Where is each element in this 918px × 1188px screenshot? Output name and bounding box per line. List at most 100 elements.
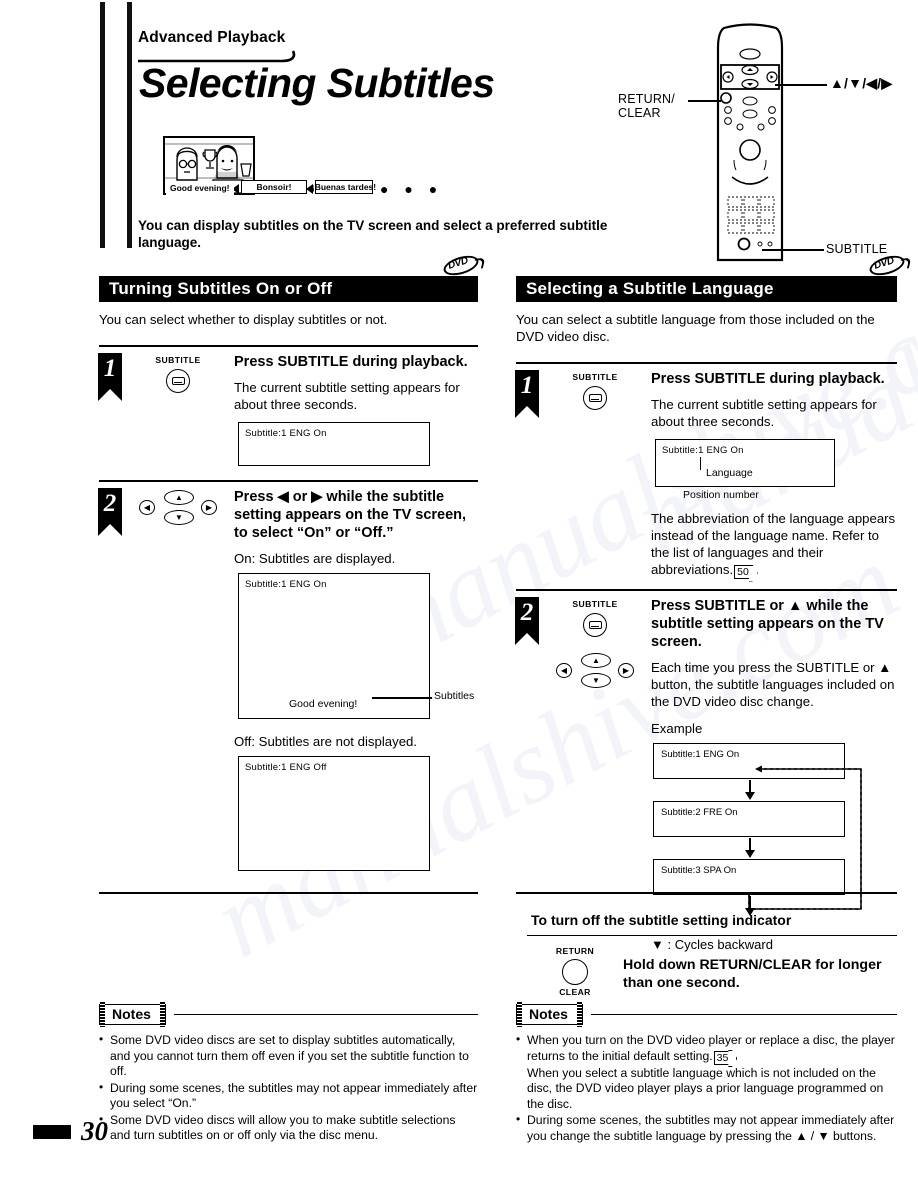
step-1-title: Press SUBTITLE during playback.	[234, 354, 468, 370]
dpad-icon[interactable]: ▲ ▼ ◀ ▶	[139, 490, 217, 528]
dpad-up-icon[interactable]: ▲	[581, 653, 611, 668]
note-text-after: When you select a subtitle language whic…	[527, 1065, 884, 1111]
callout-label-return-clear: RETURN/ CLEAR	[618, 92, 675, 120]
section-heading-selecting-language: Selecting a Subtitle Language	[516, 276, 897, 302]
notes-rule	[590, 1014, 897, 1015]
dpad-down-icon[interactable]: ▼	[164, 510, 194, 525]
osd-text: Subtitle:1 ENG Off	[245, 762, 327, 773]
callout-label-arrow-keys: ▲/▼/◀/▶	[830, 75, 893, 91]
spine-bar-outer	[100, 2, 105, 248]
subtitle-button-caption: SUBTITLE	[572, 372, 618, 382]
callout-leader-subtitle	[762, 249, 824, 251]
cycle-screen-1: Subtitle:1 ENG On	[653, 743, 845, 779]
page-folio: 30	[33, 1118, 108, 1145]
subtitles-pointer-label: Subtitles	[434, 690, 475, 702]
osd-screen-off: Subtitle:1 ENG Off	[238, 756, 430, 871]
step-number: 2	[520, 599, 534, 626]
subtitle-button-caption: SUBTITLE	[572, 599, 618, 609]
step-1-turning-subtitles: 1 SUBTITLE Press SUBTITLE during playbac…	[98, 347, 478, 466]
dvd-badge-icon: DVD	[441, 252, 487, 279]
dpad-down-icon[interactable]: ▼	[581, 673, 611, 688]
cycle-arrow-down-icon	[653, 837, 845, 859]
note-item: When you turn on the DVD video player or…	[516, 1032, 897, 1112]
step-number-badge: 1	[98, 353, 124, 403]
language-cycle-diagram: Subtitle:1 ENG On Subtitle:2 FRE On Subt…	[653, 743, 862, 917]
page-number: 30	[81, 1116, 108, 1146]
step-2-off-label: Off: Subtitles are not displayed.	[234, 734, 418, 749]
callout-return-line2: CLEAR	[618, 106, 661, 120]
step-number-badge: 2	[515, 597, 541, 647]
section-heading-turning-subtitles: Turning Subtitles On or Off	[99, 276, 478, 302]
step-number-badge: 1	[515, 370, 541, 420]
page-reference-badge[interactable]: 50	[734, 565, 751, 579]
notes-block-right: Notes When you turn on the DVD video pla…	[516, 1002, 897, 1145]
osd-text: Subtitle:2 FRE On	[661, 807, 738, 818]
section-intro-selecting-language: You can select a subtitle language from …	[516, 312, 875, 344]
subtitle-chip-french: Bonsoir!	[241, 180, 307, 194]
subtitle-button-icon[interactable]	[583, 386, 607, 410]
osd-subtitle-caption: Good evening!	[289, 698, 358, 710]
subheading-instruction-row: RETURN CLEAR Hold down RETURN/CLEAR for …	[527, 946, 897, 998]
language-callout-line	[700, 457, 702, 470]
return-caption: RETURN	[555, 946, 595, 956]
osd-text: Subtitle:3 SPA On	[661, 865, 737, 876]
section-tagline: Advanced Playback	[138, 29, 286, 46]
subtitle-button-icon[interactable]	[583, 613, 607, 637]
step-number: 1	[520, 372, 534, 399]
step-number: 1	[103, 355, 117, 382]
notes-list-left: Some DVD video discs are set to display …	[99, 1032, 478, 1144]
dvd-badge-icon: DVD	[867, 252, 913, 279]
return-clear-button-icon[interactable]	[562, 959, 588, 985]
remote-control-illustration	[690, 22, 810, 262]
note-item: During some scenes, the subtitles may no…	[99, 1080, 478, 1112]
step-2-body: Press SUBTITLE or ▲ while the subtitle s…	[649, 597, 897, 953]
step-2-icon-group: ▲ ▼ ◀ ▶	[124, 488, 232, 871]
folio-block-icon	[33, 1124, 71, 1139]
cycle-screen-2: Subtitle:2 FRE On	[653, 801, 845, 837]
osd-text: Subtitle:1 ENG On	[245, 579, 327, 590]
step-number-badge: 2	[98, 488, 124, 538]
dpad-left-icon[interactable]: ◀	[556, 663, 572, 678]
step-2-body: Press ◀ or ▶ while the subtitle setting …	[232, 488, 478, 871]
note-text-before: When you turn on the DVD video player or…	[527, 1033, 895, 1063]
subtitle-button-icon[interactable]	[166, 369, 190, 393]
subheading-title: To turn off the subtitle setting indicat…	[531, 912, 792, 928]
step-1-icon-group: SUBTITLE	[124, 353, 232, 466]
step-1-description: The current subtitle setting appears for…	[651, 397, 877, 429]
osd-screen-step1: Subtitle:1 ENG On	[238, 422, 430, 466]
callout-leader-return	[688, 100, 721, 102]
step-2-selecting-language: 2 SUBTITLE ▲ ▼ ◀ ▶ Press SUBTITLE or ▲ w…	[515, 591, 897, 953]
notes-header: Notes	[99, 1002, 478, 1027]
step-1-title: Press SUBTITLE during playback.	[651, 371, 885, 387]
callout-return-line1: RETURN/	[618, 92, 675, 106]
dpad-icon[interactable]: ▲ ▼ ◀ ▶	[556, 653, 634, 691]
subheading-instruction-text: Hold down RETURN/CLEAR for longer than o…	[623, 957, 882, 991]
position-number-callout-label: Position number	[683, 489, 759, 501]
step-number: 2	[103, 490, 117, 517]
subheading-block: To turn off the subtitle setting indicat…	[527, 905, 897, 998]
notes-title: Notes	[99, 1002, 166, 1027]
column-selecting-language: Selecting a Subtitle Language You can se…	[515, 276, 897, 953]
notes-block-left: Notes Some DVD video discs are set to di…	[99, 1002, 478, 1145]
language-callout-label: Language	[706, 467, 753, 479]
step-1-selecting-language: 1 SUBTITLE Press SUBTITLE during playbac…	[515, 364, 897, 579]
dpad-left-icon[interactable]: ◀	[139, 500, 155, 515]
step-2-title: Press ◀ or ▶ while the subtitle setting …	[234, 489, 467, 541]
after-note-text: The abbreviation of the language appears…	[651, 511, 896, 577]
dpad-right-icon[interactable]: ▶	[618, 663, 634, 678]
return-clear-icon-group: RETURN CLEAR	[527, 946, 623, 998]
dpad-right-icon[interactable]: ▶	[201, 500, 217, 515]
step-2-turning-subtitles: 2 ▲ ▼ ◀ ▶ Press ◀ or ▶ while the subtitl…	[98, 482, 478, 871]
note-item: Some DVD video discs are set to display …	[99, 1032, 478, 1080]
page-reference-badge[interactable]: 35	[713, 1050, 731, 1065]
dpad-up-icon[interactable]: ▲	[164, 490, 194, 505]
step-2-title: Press SUBTITLE or ▲ while the subtitle s…	[651, 598, 884, 650]
subheading-rule	[527, 935, 897, 936]
cycle-arrow-down-icon	[653, 779, 845, 801]
subtitle-chip-english: Good evening!	[166, 181, 234, 195]
notes-rule	[173, 1014, 478, 1015]
subtitles-pointer-line	[372, 697, 432, 699]
page-title: Selecting Subtitles	[139, 60, 495, 106]
ellipsis-dots: ● ● ●	[380, 181, 444, 197]
step-1-body: Press SUBTITLE during playback. The curr…	[232, 353, 478, 466]
